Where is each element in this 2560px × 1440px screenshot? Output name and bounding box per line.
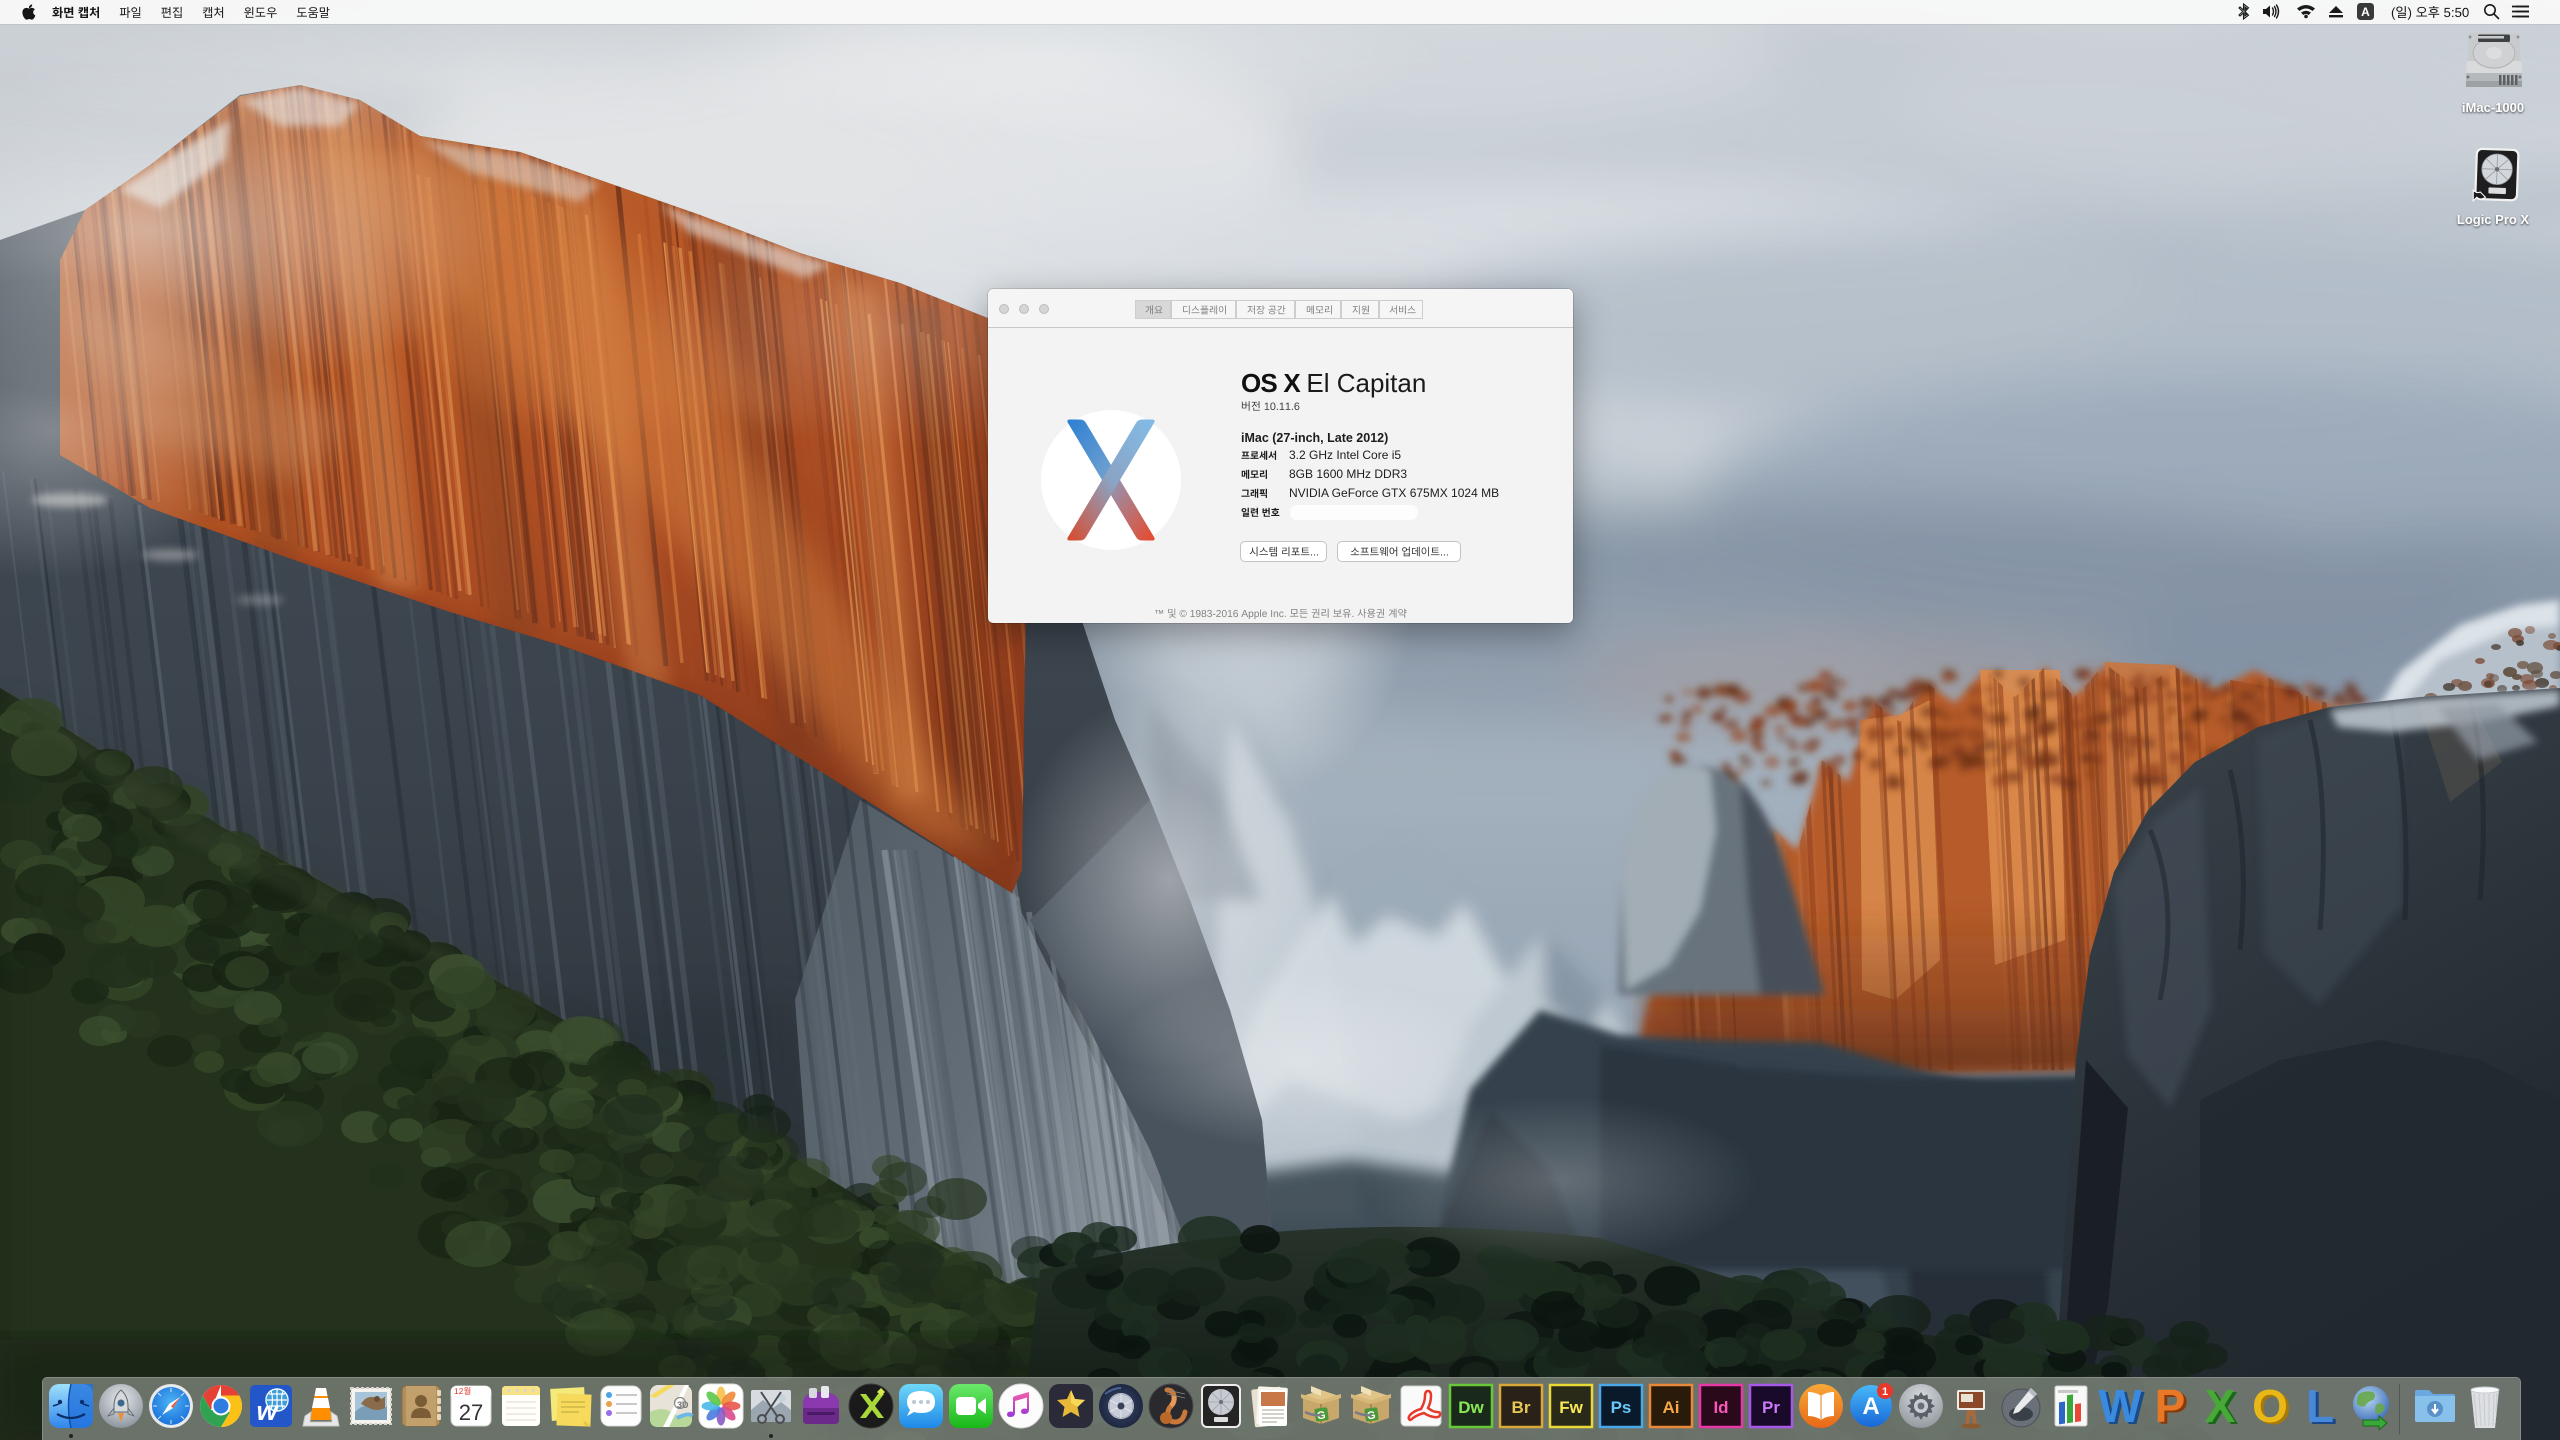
svg-text:P: P [2155,1382,2186,1430]
svg-text:Br: Br [1512,1398,1531,1417]
svg-text:Id: Id [1713,1398,1728,1417]
svg-text:8GB 1600 MHz DDR3: 8GB 1600 MHz DDR3 [1289,467,1407,481]
svg-text:iMac (27-inch, Late 2012): iMac (27-inch, Late 2012) [1241,431,1388,445]
svg-text:Dw: Dw [1458,1398,1484,1417]
svg-text:Ai: Ai [1663,1398,1680,1417]
svg-text:1: 1 [1882,1386,1888,1398]
svg-text:A: A [2361,5,2370,19]
svg-text:O: O [2252,1382,2288,1430]
svg-text:Ps: Ps [1611,1398,1632,1417]
svg-text:Pr: Pr [1762,1398,1780,1417]
svg-text:L: L [2306,1382,2334,1430]
svg-text:27: 27 [459,1400,483,1425]
svg-text:Fw: Fw [1559,1398,1583,1417]
svg-text:A: A [1862,1393,1879,1420]
svg-text:OS X El Capitan: OS X El Capitan [1241,368,1426,398]
svg-text:w: w [256,1396,279,1426]
svg-text:X: X [2205,1382,2236,1430]
svg-text:W: W [2098,1382,2142,1430]
svg-text:NVIDIA GeForce GTX 675MX 1024: NVIDIA GeForce GTX 675MX 1024 MB [1289,486,1499,500]
svg-text:3.2 GHz Intel Core i5: 3.2 GHz Intel Core i5 [1289,448,1401,462]
